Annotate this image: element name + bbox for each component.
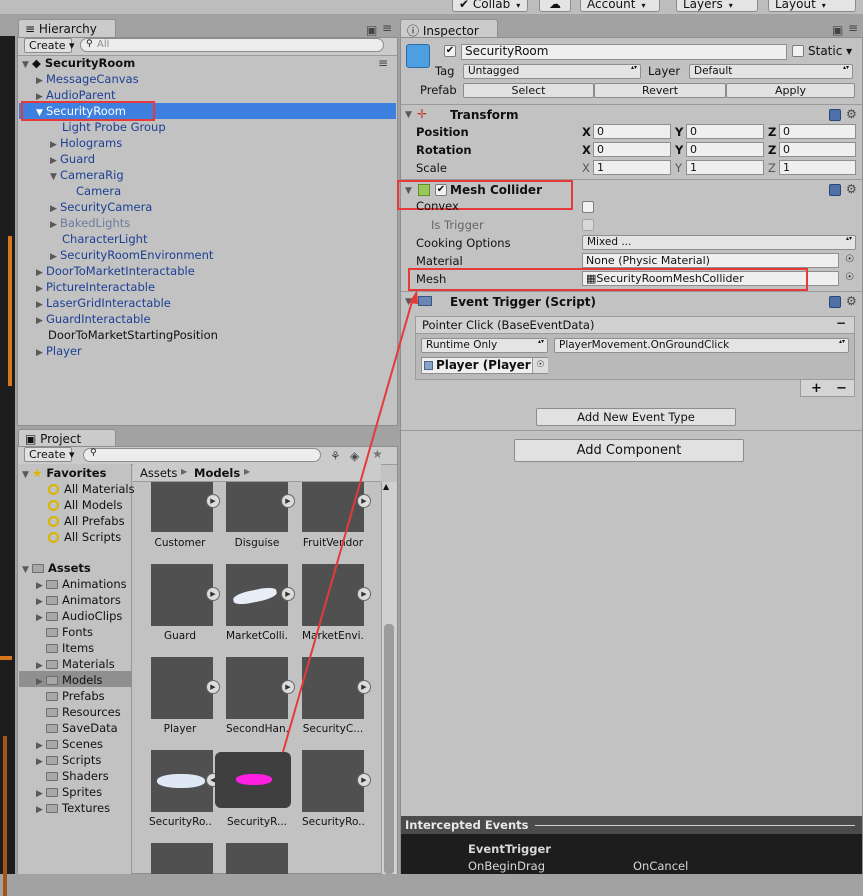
arrow-line — [282, 297, 414, 753]
arrow-head — [409, 290, 418, 304]
annotation-arrow — [282, 290, 418, 753]
